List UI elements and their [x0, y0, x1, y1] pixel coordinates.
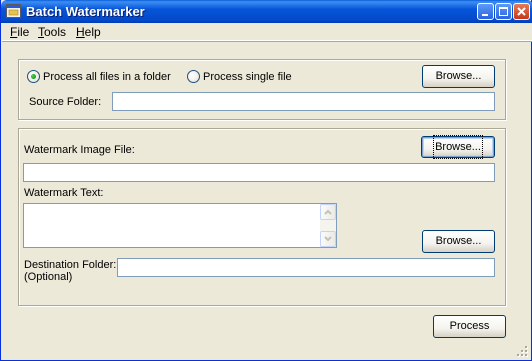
process-single-radio[interactable] [187, 70, 200, 83]
source-browse-label: Browse... [435, 70, 482, 82]
menu-help-label: elp [84, 25, 101, 39]
menu-tools[interactable]: Tools [38, 25, 66, 39]
destination-browse-button[interactable]: Browse... [422, 230, 495, 253]
chevron-down-icon [324, 236, 332, 242]
watermark-image-browse-button[interactable]: Browse... [421, 135, 495, 159]
resize-grip-icon[interactable] [517, 346, 529, 358]
menu-file[interactable]: File [10, 25, 29, 39]
window-title: Batch Watermarker [26, 4, 145, 19]
source-browse-button[interactable]: Browse... [422, 65, 495, 88]
menu-help[interactable]: Help [76, 25, 101, 39]
watermark-text-area[interactable] [23, 203, 337, 248]
destination-folder-input[interactable] [117, 258, 495, 277]
close-button[interactable] [513, 3, 530, 20]
app-window: Batch Watermarker File Tools Help Proces… [0, 0, 532, 361]
maximize-icon [499, 7, 508, 16]
destination-browse-label: Browse... [435, 235, 482, 247]
process-folder-label[interactable]: Process all files in a folder [43, 71, 171, 83]
maximize-button[interactable] [495, 3, 512, 20]
radio-selected-dot [31, 74, 36, 79]
source-folder-label: Source Folder: [29, 96, 102, 108]
watermark-image-input[interactable] [23, 163, 495, 182]
process-single-label[interactable]: Process single file [203, 71, 292, 83]
app-window-icon [6, 4, 21, 18]
menu-tools-label: ools [44, 25, 67, 39]
watermark-text-label: Watermark Text: [24, 187, 104, 199]
scroll-down-button[interactable] [320, 231, 336, 247]
menu-bar: File Tools Help [2, 23, 532, 41]
process-button[interactable]: Process [433, 315, 506, 338]
watermark-text-scrollbar[interactable] [320, 204, 336, 247]
watermark-image-browse-label: Browse... [433, 135, 483, 159]
destination-folder-label: Destination Folder: [24, 259, 117, 271]
menu-file-label: ile [17, 25, 30, 39]
source-folder-input[interactable] [112, 92, 495, 111]
minimize-button[interactable] [477, 3, 494, 20]
close-icon [517, 7, 526, 16]
menu-help-mnemonic: H [76, 25, 85, 39]
process-button-label: Process [449, 320, 490, 332]
destination-optional-label: (Optional) [24, 271, 73, 283]
title-bar[interactable]: Batch Watermarker [1, 0, 532, 23]
process-folder-radio[interactable] [27, 70, 40, 83]
scroll-up-button[interactable] [320, 204, 336, 220]
minimize-icon [482, 14, 488, 16]
chevron-up-icon [324, 209, 332, 215]
watermark-image-label: Watermark Image File: [24, 144, 135, 156]
